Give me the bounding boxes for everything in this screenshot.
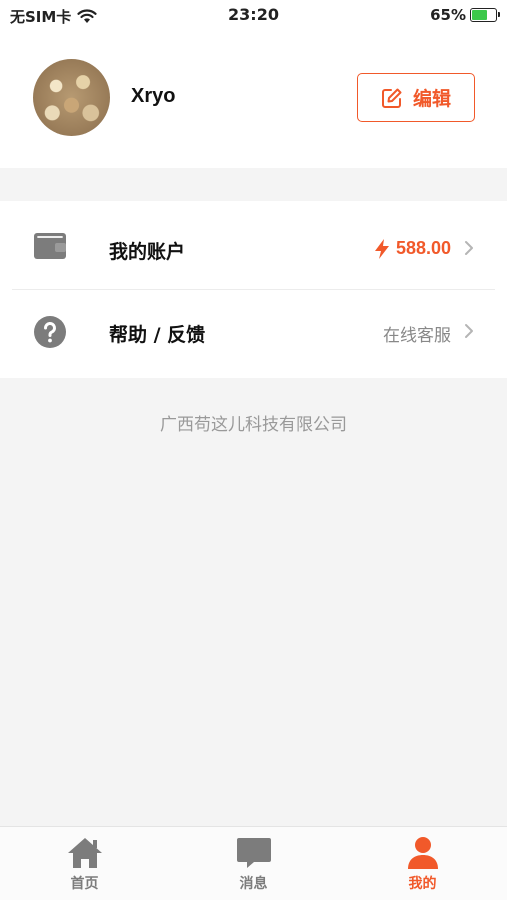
help-circle-icon <box>34 316 66 348</box>
menu-item-help[interactable]: 帮助 / 反馈 在线客服 <box>0 290 507 378</box>
menu-item-account[interactable]: 我的账户 588.00 <box>0 201 507 289</box>
chevron-right-icon <box>465 241 473 255</box>
menu-item-label: 我的账户 <box>109 241 186 263</box>
status-bar: 无SIM卡 23:20 65% <box>0 0 507 32</box>
tab-mine[interactable]: 我的 <box>338 827 507 900</box>
edit-icon <box>381 88 402 108</box>
username: Xryo <box>131 85 176 107</box>
profile-header: Xryo 编辑 <box>0 32 507 168</box>
wallet-icon <box>34 233 66 259</box>
menu-list: 我的账户 588.00 帮助 / 反馈 在线客服 <box>0 201 507 378</box>
tab-messages[interactable]: 消息 <box>169 827 338 900</box>
message-icon <box>237 838 271 868</box>
account-balance-value: 588.00 <box>395 238 451 258</box>
tab-bar: 首页 消息 我的 <box>0 826 507 900</box>
person-icon <box>408 837 438 869</box>
account-balance: 588.00 <box>374 238 451 259</box>
tab-label: 首页 <box>70 876 99 892</box>
menu-item-label: 帮助 / 反馈 <box>109 324 206 346</box>
battery-percent: 65% <box>430 6 466 24</box>
battery-level <box>472 10 487 20</box>
edit-button[interactable]: 编辑 <box>357 73 475 122</box>
home-icon <box>68 838 102 868</box>
online-service-label: 在线客服 <box>383 326 451 346</box>
edit-button-label: 编辑 <box>412 88 451 110</box>
avatar[interactable] <box>33 59 110 136</box>
lightning-icon <box>374 238 389 259</box>
tab-label: 我的 <box>408 876 437 892</box>
status-right: 65% <box>430 6 500 24</box>
chevron-right-icon <box>465 324 473 338</box>
tab-label: 消息 <box>239 876 268 892</box>
tab-home[interactable]: 首页 <box>0 827 169 900</box>
battery-icon <box>470 8 500 22</box>
company-name: 广西苟这儿科技有限公司 <box>160 415 347 435</box>
